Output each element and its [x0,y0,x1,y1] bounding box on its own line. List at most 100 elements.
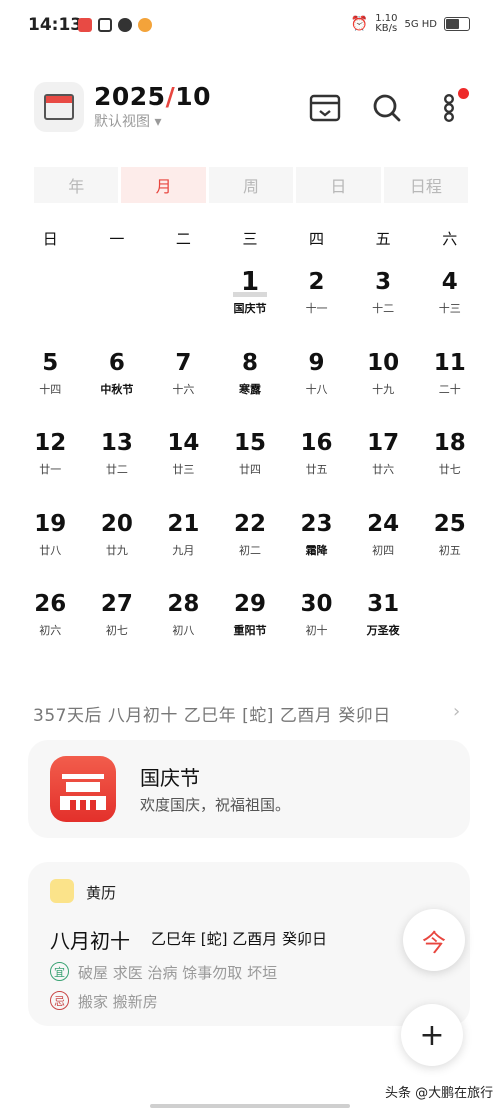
month-grid: 1 国庆节 2 十一 3 十二 4 十三 5 十四 6 中秋节 7 十六 8 寒露 9 十八 10 十九 11 二十 12 廿… [17,262,483,665]
day-number: 23 [300,510,333,537]
day-cell[interactable]: 26 初六 [17,584,84,665]
day-cell[interactable]: 10 十九 [350,343,417,424]
home-indicator[interactable] [150,1104,350,1108]
search-icon[interactable] [369,90,405,126]
lunar-label: 重阳节 [233,624,267,637]
day-cell[interactable]: 9 十八 [283,343,350,424]
add-event-button[interactable]: + [401,1004,463,1066]
calendar-box-icon[interactable] [307,90,343,126]
lunar-label: 九月 [172,543,195,557]
almanac-lunar-date: 八月初十 [50,929,130,953]
day-number: 5 [42,349,59,376]
day-number: 21 [167,510,200,537]
day-number: 28 [167,591,200,617]
day-number: 24 [367,510,400,537]
day-cell[interactable]: 12 廿一 [17,423,84,504]
day-cell[interactable]: 14 廿三 [150,423,217,504]
day-number: 8 [241,349,258,376]
day-number: 22 [233,510,266,537]
day-number: 18 [433,430,466,456]
almanac-ji: 搬家 搬新房 [78,993,158,1011]
day-number: 31 [367,591,400,617]
lunar-label: 十一 [305,302,328,315]
calendar-app-icon[interactable] [34,82,84,132]
weekday-label: 六 [442,230,458,248]
view-selector[interactable]: 默认视图 ▾ [94,111,161,131]
day-cell[interactable]: 4 十三 [416,262,483,343]
day-cell[interactable]: 17 廿六 [350,423,417,504]
lunar-label: 廿二 [105,463,128,476]
lunar-info-row[interactable]: 357天后 八月初十 乙巳年 [蛇] 乙酉月 癸卯日 [33,701,391,726]
day-cell[interactable]: 8 寒露 [217,343,284,424]
weekday-label: 三 [242,230,258,248]
day-cell[interactable]: 25 初五 [416,504,483,585]
today-button[interactable]: 今 [403,909,465,971]
day-cell[interactable]: 28 初八 [150,584,217,665]
notification-dot [458,88,469,99]
day-cell[interactable]: 29 重阳节 [217,584,284,665]
day-cell[interactable]: 22 初二 [217,504,284,585]
tab-schedule[interactable]: 日程 [383,167,469,203]
day-cell[interactable]: 23 霜降 [283,504,350,585]
day-cell[interactable]: 31 万圣夜 [350,584,417,665]
lunar-label: 廿三 [172,463,195,476]
day-number: 9 [308,349,325,376]
tab-month[interactable]: 月 [121,167,206,203]
weibo-icon [138,18,152,32]
day-cell[interactable]: 21 九月 [150,504,217,585]
day-number: 14 [167,430,200,456]
year-month-title[interactable]: 2025/10 [94,82,211,111]
lunar-label: 初七 [105,624,128,637]
day-cell[interactable]: 27 初七 [84,584,151,665]
empty-cell [84,262,151,343]
lunar-label: 中秋节 [100,382,134,396]
app-notification-icon [98,18,112,32]
day-cell[interactable]: 18 廿七 [416,423,483,504]
day-number: 27 [100,591,133,617]
day-cell[interactable]: 2 十一 [283,262,350,343]
day-number: 6 [108,349,125,376]
lunar-label: 万圣夜 [366,624,400,637]
lunar-label: 廿八 [39,543,62,557]
lunar-label: 寒露 [238,382,261,396]
battery-icon [444,17,470,31]
day-cell[interactable]: 19 廿八 [17,504,84,585]
holiday-title: 国庆节 [140,766,200,790]
status-right: ⏰ 1.10 KB/s 5G HD [351,14,470,34]
almanac-title: 黄历 [86,884,117,902]
day-number: 11 [433,349,466,376]
day-cell[interactable]: 11 二十 [416,343,483,424]
day-cell[interactable]: 15 廿四 [217,423,284,504]
tab-year[interactable]: 年 [34,167,119,203]
lunar-label: 十四 [39,382,62,396]
day-cell[interactable]: 16 廿五 [283,423,350,504]
lunar-label: 初五 [438,543,461,557]
day-number: 10 [367,349,400,376]
day-number: 29 [233,591,266,617]
lunar-label: 十六 [172,382,195,396]
lunar-label: 初四 [372,543,395,557]
day-cell[interactable]: 24 初四 [350,504,417,585]
day-cell[interactable]: 20 廿九 [84,504,151,585]
almanac-icon [50,879,74,903]
day-cell[interactable]: 7 十六 [150,343,217,424]
day-number: 30 [300,591,333,617]
day-cell[interactable]: 3 十二 [350,262,417,343]
holiday-subtitle: 欢度国庆，祝福祖国。 [140,796,291,814]
empty-cell [150,262,217,343]
lunar-label: 国庆节 [233,302,267,315]
day-number: 7 [175,349,192,376]
day-number: 15 [233,430,266,456]
day-cell[interactable]: 13 廿二 [84,423,151,504]
today-marker [232,292,268,297]
day-cell[interactable]: 5 十四 [17,343,84,424]
view-tabs: 年 月 周 日 日程 [34,167,469,203]
day-cell[interactable]: 1 国庆节 [217,262,284,343]
tab-week[interactable]: 周 [208,167,294,203]
day-cell[interactable]: 6 中秋节 [84,343,151,424]
day-cell[interactable]: 30 初十 [283,584,350,665]
lunar-label: 十三 [438,302,461,315]
day-number: 4 [441,269,458,295]
chevron-right-icon[interactable]: › [453,701,460,722]
tab-day[interactable]: 日 [296,167,381,203]
